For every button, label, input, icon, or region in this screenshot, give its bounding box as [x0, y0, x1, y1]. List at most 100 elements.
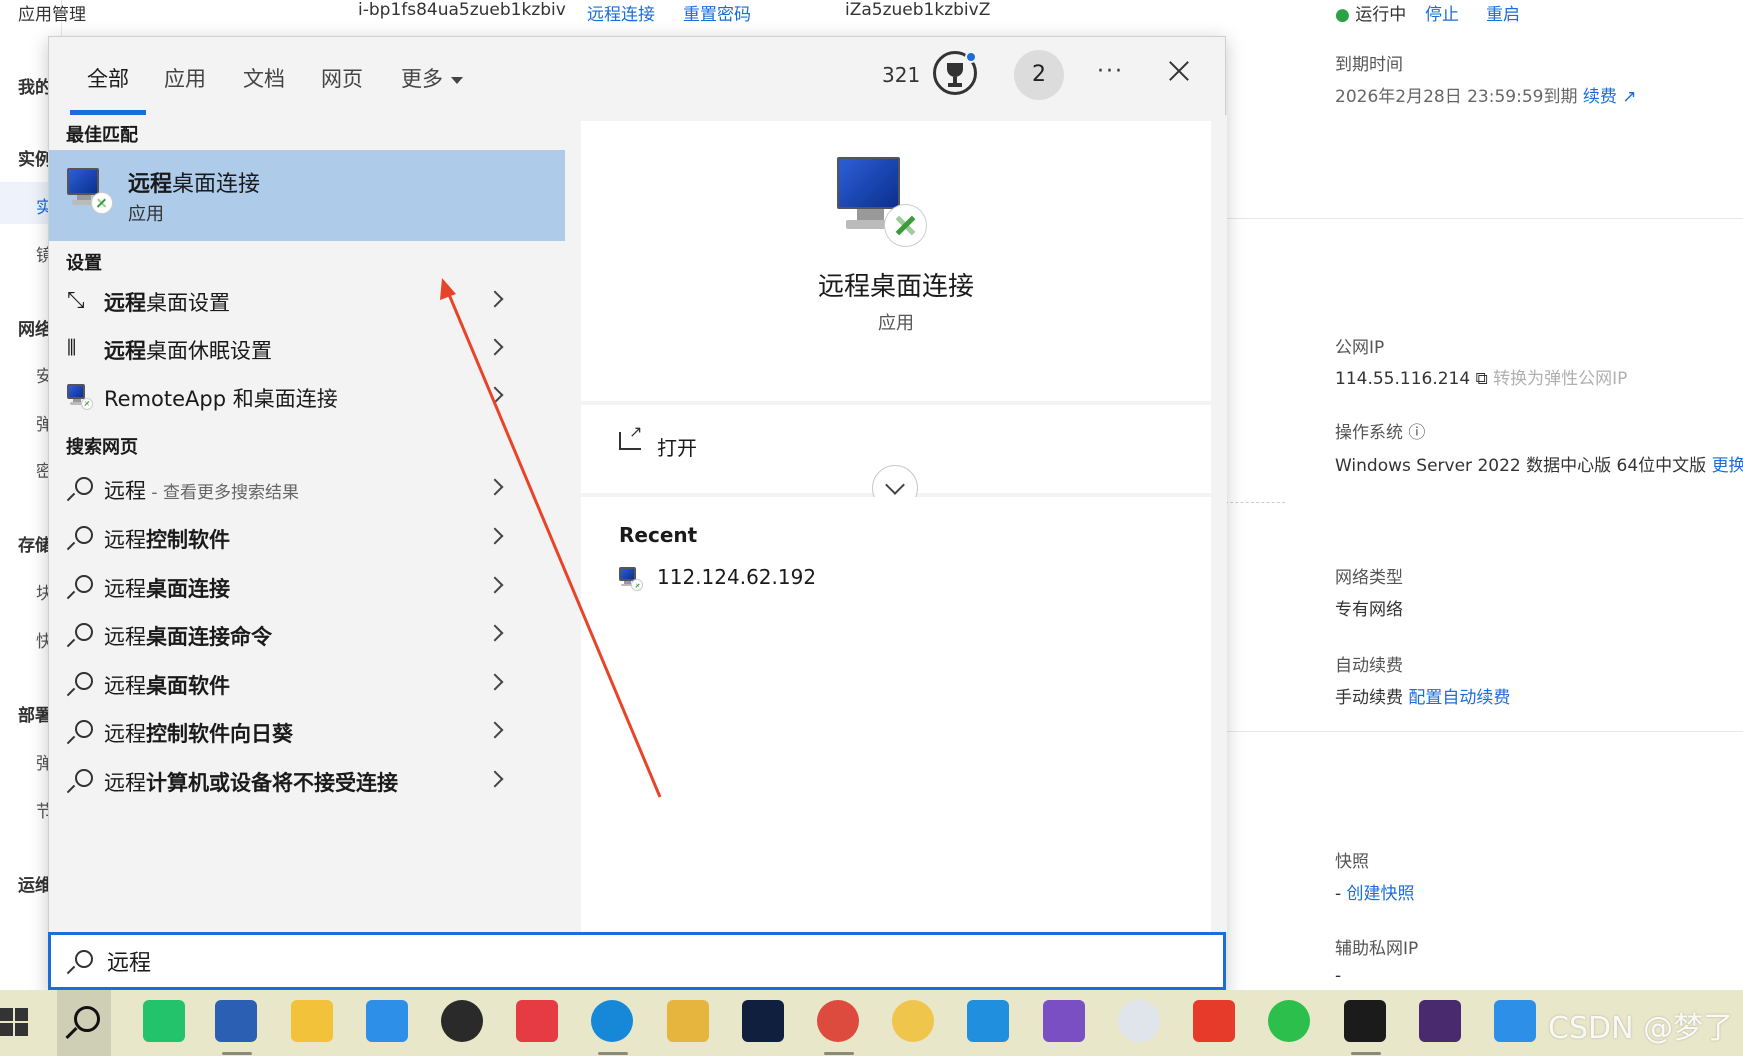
- web-result[interactable]: 远程 - 查看更多搜索结果: [49, 467, 565, 513]
- search-icon: [67, 671, 93, 697]
- sidebar-app-mgmt[interactable]: 应用管理: [18, 0, 86, 25]
- sidebar-item-storage[interactable]: 存储: [18, 531, 52, 556]
- best-match-title: 远程桌面连接: [128, 166, 260, 198]
- renew-link[interactable]: 续费: [1583, 87, 1617, 107]
- help-icon[interactable]: ⓘ: [1408, 423, 1425, 443]
- sidebar-item-network[interactable]: 网络: [18, 315, 52, 340]
- file-explorer-icon[interactable]: [291, 1000, 333, 1042]
- vs-terminal-icon[interactable]: [1419, 1000, 1461, 1042]
- vscode-icon[interactable]: [967, 1000, 1009, 1042]
- web-search-header: 搜索网页: [66, 437, 138, 458]
- start-icon[interactable]: [0, 1008, 30, 1038]
- restart-link[interactable]: 重启: [1486, 0, 1520, 25]
- tab-documents[interactable]: 文档: [243, 63, 285, 93]
- tab-apps[interactable]: 应用: [164, 63, 206, 93]
- web-result[interactable]: 远程桌面连接命令: [49, 613, 565, 659]
- bold-text: 桌面软件: [146, 674, 230, 698]
- hostname: iZa5zueb1kzbivZ: [845, 0, 991, 20]
- snapshot-dash: -: [1335, 884, 1342, 904]
- feishu-icon[interactable]: [366, 1000, 408, 1042]
- secondary-ip-value: -: [1335, 966, 1342, 986]
- monitor-shape: [67, 168, 100, 195]
- open-external-icon: [619, 422, 642, 450]
- sidebar-item-deploy[interactable]: 部署: [18, 701, 52, 726]
- xmind-icon[interactable]: [667, 1000, 709, 1042]
- external-link-icon[interactable]: ↗: [1622, 87, 1636, 107]
- netease-music-icon[interactable]: [516, 1000, 558, 1042]
- settings-item-remoteapp[interactable]: RemoteApp 和桌面连接: [49, 375, 565, 421]
- search-input[interactable]: [107, 945, 707, 977]
- wechat-devtools-icon[interactable]: [1118, 1000, 1160, 1042]
- search-bar[interactable]: [48, 932, 1226, 990]
- edge-icon[interactable]: [591, 1000, 633, 1042]
- sunflower-icon[interactable]: [892, 1000, 934, 1042]
- sidebar-item-ops[interactable]: 运维: [18, 871, 52, 896]
- account-avatar[interactable]: 2: [1014, 50, 1064, 100]
- terminal-icon[interactable]: [1344, 1000, 1386, 1042]
- chevron-right-icon: [486, 527, 504, 545]
- tab-more-label: 更多: [401, 67, 443, 91]
- chevron-right-icon: [486, 338, 504, 356]
- settings-item-sleep[interactable]: ⫴ 远程桌面休眠设置: [49, 327, 565, 373]
- search-icon: [67, 574, 93, 600]
- stop-link[interactable]: 停止: [1425, 0, 1459, 25]
- settings-item-label: 远程桌面设置: [104, 287, 230, 317]
- web-result[interactable]: 远程桌面软件: [49, 662, 565, 708]
- expire-value: 2026年2月28日 23:59:59到期 续费 ↗: [1335, 82, 1637, 107]
- preview-app-type: 应用: [878, 313, 914, 334]
- messenger-icon[interactable]: [143, 1000, 185, 1042]
- photoshop-icon[interactable]: [742, 1000, 784, 1042]
- instance-id: i-bp1fs84ua5zueb1kzbiv: [358, 0, 566, 20]
- config-auto-renew-link[interactable]: 配置自动续费: [1408, 688, 1510, 708]
- power-sleep-icon: ⫴: [67, 336, 77, 361]
- sidebar-item-mine[interactable]: 我的: [18, 73, 52, 98]
- word-icon[interactable]: [215, 1000, 257, 1042]
- web-result[interactable]: 远程桌面连接: [49, 565, 565, 611]
- search-icon[interactable]: [66, 1006, 100, 1040]
- label-rest: 桌面设置: [146, 291, 230, 315]
- notification-dot: [965, 51, 977, 63]
- visual-studio-icon[interactable]: [1043, 1000, 1085, 1042]
- snapshot-row: - 创建快照: [1335, 879, 1415, 904]
- auto-renew-label: 自动续费: [1335, 656, 1403, 676]
- best-match-result[interactable]: 远程桌面连接 应用: [49, 150, 565, 241]
- os-value: Windows Server 2022 数据中心版 64位中文版: [1335, 456, 1707, 476]
- chrome-icon[interactable]: [817, 1000, 859, 1042]
- web-result[interactable]: 远程控制软件: [49, 516, 565, 562]
- tab-all[interactable]: 全部: [87, 63, 129, 93]
- bold-text: 控制软件: [146, 528, 230, 552]
- running-indicator: [598, 1052, 628, 1055]
- best-match-title-bold: 远程: [128, 172, 173, 197]
- os-change-link[interactable]: 更换: [1712, 456, 1743, 476]
- more-options-button[interactable]: ···: [1097, 59, 1124, 84]
- wps-icon[interactable]: [1193, 1000, 1235, 1042]
- chevron-right-icon: [486, 673, 504, 691]
- web-result[interactable]: 远程计算机或设备将不接受连接: [49, 759, 565, 805]
- best-match-header: 最佳匹配: [66, 125, 138, 146]
- search-icon: [67, 719, 93, 745]
- qq-icon[interactable]: [441, 1000, 483, 1042]
- divider: [1225, 218, 1743, 219]
- tab-more[interactable]: 更多: [401, 63, 463, 93]
- close-button[interactable]: [1164, 56, 1194, 86]
- trophy-icon[interactable]: [933, 51, 977, 95]
- preview-pane: 远程桌面连接 应用 打开 Recent 112.124.62.192: [581, 115, 1227, 933]
- sidebar-item-instance[interactable]: 实例: [18, 145, 52, 170]
- chevron-right-icon: [486, 624, 504, 642]
- create-snapshot-link[interactable]: 创建快照: [1347, 884, 1415, 904]
- settings-item-remote-desktop[interactable]: ⤡ 远程桌面设置: [49, 279, 565, 325]
- web-result-label: 远程计算机或设备将不接受连接: [104, 767, 398, 797]
- recent-item[interactable]: 112.124.62.192: [619, 561, 1019, 595]
- feishu2-icon[interactable]: [1494, 1000, 1536, 1042]
- dashed-divider: [1225, 502, 1285, 503]
- reset-password-link[interactable]: 重置密码: [683, 0, 751, 25]
- web-result[interactable]: 远程控制软件向日葵: [49, 710, 565, 756]
- remote-connect-link[interactable]: 远程连接: [587, 0, 655, 25]
- convert-eip-link: 转换为弹性公网IP: [1493, 369, 1628, 389]
- settings-item-label: 远程桌面休眠设置: [104, 335, 272, 365]
- monitor-shape: [67, 384, 86, 400]
- wechat-icon[interactable]: [1268, 1000, 1310, 1042]
- public-ip-value: 114.55.116.214: [1335, 369, 1471, 389]
- tab-web[interactable]: 网页: [321, 63, 363, 93]
- copy-icon[interactable]: ⧉: [1476, 369, 1488, 389]
